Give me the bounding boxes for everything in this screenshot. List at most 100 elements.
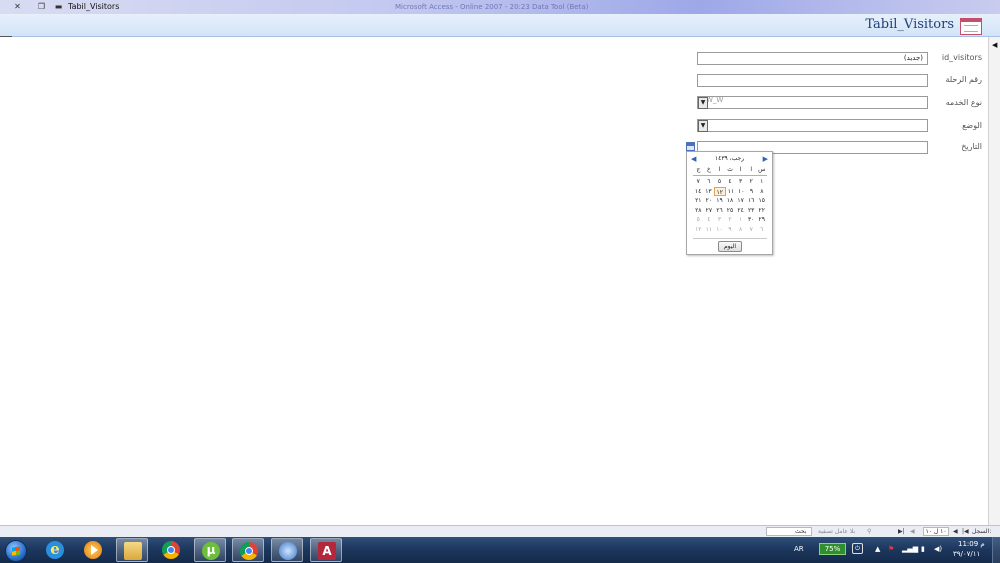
calendar-day[interactable]: ٢٥	[725, 206, 736, 216]
calendar-day[interactable]: ١٤	[693, 187, 703, 197]
calendar-day[interactable]: ٥	[714, 177, 725, 187]
calendar-day[interactable]: ٢٠	[704, 196, 715, 206]
service-type-combo[interactable]: W_W	[697, 96, 928, 109]
taskbar-chrome-1[interactable]	[155, 538, 187, 562]
calendar-day[interactable]: ١	[756, 177, 767, 187]
flag-icon[interactable]: ⚑	[888, 545, 894, 553]
calendar-day[interactable]: ٩	[746, 187, 756, 197]
weekday-label: ا	[739, 166, 742, 173]
calendar-day[interactable]: ١٨	[725, 196, 736, 206]
network-signal-icon[interactable]: ▂▄▆	[902, 545, 918, 553]
calendar-day-next-month[interactable]: ٦	[756, 225, 767, 235]
minimize-icon[interactable]: ▬	[53, 1, 64, 12]
calendar-day[interactable]: ٢٩	[756, 215, 767, 225]
calendar-week-row: ١٢ ١١ ١٠ ٩ ٨ ٧ ٦	[693, 225, 767, 235]
weekday-label: خ	[706, 166, 711, 173]
status-dropdown-icon[interactable]: ▼	[698, 120, 708, 132]
chrome-icon	[240, 542, 258, 560]
calendar-day-next-month[interactable]: ٣	[714, 215, 725, 225]
power-plug-icon[interactable]: ▮	[921, 545, 925, 553]
calendar-day[interactable]: ٢٤	[735, 206, 746, 216]
calendar-day[interactable]: ٢٢	[756, 206, 767, 216]
calendar-day[interactable]: ٢٣	[746, 206, 757, 216]
calendar-day-next-month[interactable]: ١	[735, 215, 746, 225]
taskbar-file-explorer[interactable]	[116, 538, 148, 562]
taskbar-access[interactable]: A	[310, 538, 342, 562]
record-selector-arrow-icon[interactable]: ◀	[992, 41, 997, 49]
language-indicator[interactable]: AR	[794, 545, 804, 553]
calendar-week-row: ١٤ ١٣ ١٢ ١١ ١٠ ٩ ٨	[693, 186, 767, 197]
calendar-day-next-month[interactable]: ١٢	[693, 225, 704, 235]
restore-icon[interactable]: ❐	[36, 1, 47, 12]
calendar-day[interactable]: ٢٨	[693, 206, 704, 216]
taskbar: e µ A AR 75% ⏻ ▲ ⚑ ▂▄▆ ▮ ◀) 11:09 م ٣٩/٠…	[0, 537, 1000, 563]
calendar-day[interactable]: ٤	[725, 177, 736, 187]
calendar-day[interactable]: ١٦	[746, 196, 757, 206]
calendar-day[interactable]: ١١	[726, 187, 736, 197]
calendar-day[interactable]: ٢	[746, 177, 757, 187]
calendar-next-month-icon[interactable]: ▶	[763, 155, 768, 163]
access-icon: A	[318, 542, 336, 560]
calendar-divider	[693, 238, 767, 239]
taskbar-utorrent[interactable]: µ	[194, 538, 226, 562]
calendar-day[interactable]: ٢٦	[714, 206, 725, 216]
calendar-day[interactable]: ٢١	[693, 196, 704, 206]
calendar-day[interactable]: ٧	[693, 177, 704, 187]
calendar-week-row: ٥ ٤ ٣ ٢ ١ ٣٠ ٢٩	[693, 215, 767, 225]
calendar-day-next-month[interactable]: ٧	[746, 225, 757, 235]
service-type-dropdown-icon[interactable]: ▼	[698, 97, 708, 109]
status-combo[interactable]	[697, 119, 928, 132]
id-visitors-field[interactable]: (جديد)	[697, 52, 928, 65]
media-player-icon	[84, 541, 102, 559]
power-mode-icon[interactable]: ⏻	[852, 543, 863, 554]
form-icon	[960, 18, 982, 35]
taskbar-app[interactable]	[271, 538, 303, 562]
calendar-day[interactable]: ١٧	[735, 196, 746, 206]
taskbar-chrome-2[interactable]	[232, 538, 264, 562]
chrome-icon	[162, 541, 180, 559]
calendar-day-next-month[interactable]: ٢	[725, 215, 736, 225]
calendar-day-next-month[interactable]: ٤	[704, 215, 715, 225]
calendar-day-next-month[interactable]: ١٠	[714, 225, 725, 235]
weekday-label: ث	[727, 166, 733, 173]
calendar-day[interactable]: ١٠	[736, 187, 746, 197]
app-title: Microsoft Access - Online 2007 - 20:23 D…	[395, 3, 589, 11]
current-record-field[interactable]: ١٠ ل ١٠	[923, 527, 949, 536]
calendar-month-title[interactable]: رجب، ١٤٣٩	[699, 155, 760, 162]
weekday-label: س	[758, 166, 766, 173]
calendar-day[interactable]: ١٣	[703, 187, 713, 197]
calendar-day-next-month[interactable]: ٨	[735, 225, 746, 235]
calendar-day-next-month[interactable]: ١١	[704, 225, 715, 235]
taskbar-internet-explorer[interactable]: e	[39, 538, 71, 562]
show-desktop-button[interactable]	[992, 537, 1000, 563]
calendar-prev-month-icon[interactable]: ◀	[691, 155, 696, 163]
folder-icon	[124, 542, 142, 560]
clock-date[interactable]: ٣٩/٠٧/١١	[953, 550, 980, 558]
calendar-day-grid: ٧ ٦ ٥ ٤ ٣ ٢ ١ ١٤ ١٣ ١٢ ١١ ١٠ ٩ ٨ ٢١ ٢٠ ١…	[693, 177, 767, 234]
show-hidden-icons-icon[interactable]: ▲	[875, 545, 880, 553]
trip-number-field[interactable]	[697, 74, 928, 87]
calendar-day-today[interactable]: ١٢	[713, 186, 726, 196]
calendar-day[interactable]: ٣	[735, 177, 746, 187]
close-icon[interactable]: ✕	[12, 1, 23, 12]
calendar-day[interactable]: ٨	[757, 187, 767, 197]
form-edge-mark	[0, 36, 12, 37]
date-picker-icon[interactable]	[686, 142, 695, 151]
clock-time[interactable]: 11:09 م	[958, 540, 985, 548]
calendar-today-button[interactable]: اليوم	[718, 241, 742, 252]
calendar-day-next-month[interactable]: ٩	[725, 225, 736, 235]
calendar-day[interactable]: ١٩	[714, 196, 725, 206]
calendar-day[interactable]: ٢٧	[704, 206, 715, 216]
battery-indicator[interactable]: 75%	[819, 543, 846, 555]
calendar-day[interactable]: ١٥	[756, 196, 767, 206]
start-button[interactable]	[5, 540, 27, 562]
volume-icon[interactable]: ◀)	[934, 545, 942, 553]
window-title: Tabil_Visitors	[68, 2, 120, 11]
calendar-day[interactable]: ٦	[704, 177, 715, 187]
id-visitors-value: (جديد)	[903, 54, 923, 62]
window-title-bar: ✕ ❐ ▬ Tabil_Visitors Microsoft Access - …	[0, 0, 1000, 15]
calendar-day[interactable]: ٣٠	[746, 215, 757, 225]
taskbar-media-player[interactable]	[77, 538, 109, 562]
record-selector-strip: ◀	[988, 37, 1000, 525]
calendar-day-next-month[interactable]: ٥	[693, 215, 704, 225]
